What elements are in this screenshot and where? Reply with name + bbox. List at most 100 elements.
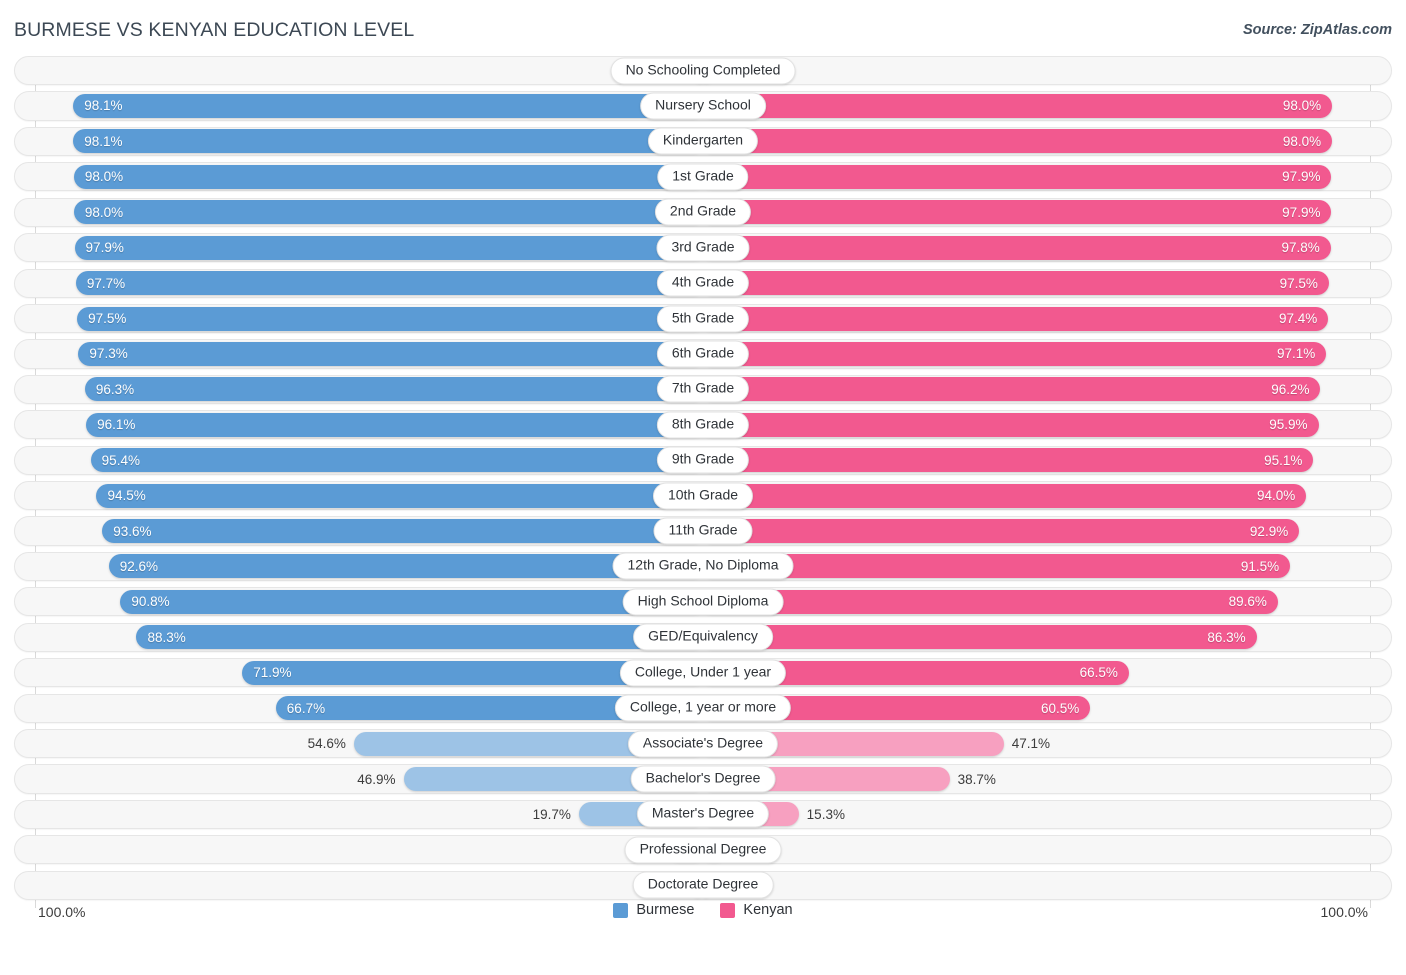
kenyan-bar[interactable]: 86.3% [700,625,1257,650]
category-label: 2nd Grade [654,198,752,226]
burmese-bar[interactable]: 96.3% [84,377,706,402]
burmese-bar[interactable]: 98.1% [73,129,706,154]
burmese-bar[interactable]: 97.3% [78,341,706,366]
burmese-value: 54.6% [307,736,346,752]
bar-row: 93.6% 92.9% 11th Grade [14,516,1392,546]
kenyan-bar[interactable]: 98.0% [700,129,1333,154]
burmese-bar[interactable]: 94.5% [96,483,706,508]
burmese-half: 6.1% [15,836,706,863]
kenyan-bar[interactable]: 95.1% [700,448,1314,473]
kenyan-half: 97.1% [700,340,1391,367]
burmese-half: 97.5% [15,305,706,332]
kenyan-bar[interactable]: 98.0% [700,93,1333,118]
kenyan-half: 47.1% [700,730,1391,757]
bar-row: 1.9%2.0%No Schooling Completed [14,56,1392,86]
bar-row: 71.9% 66.5% College, Under 1 year [14,658,1392,688]
kenyan-bar[interactable]: 97.1% [700,341,1327,366]
burmese-bar[interactable]: 93.6% [102,519,706,544]
kenyan-value: 60.5% [1040,700,1080,716]
kenyan-value: 97.5% [1279,275,1318,291]
burmese-value: 92.6% [119,558,159,574]
category-label: 1st Grade [657,163,749,191]
burmese-bar[interactable]: 97.7% [75,271,706,296]
burmese-value: 97.9% [85,240,124,256]
burmese-half: 88.3% [15,624,706,651]
kenyan-value: 97.9% [1282,169,1321,185]
bar-row: 98.0% 97.9% 1st Grade [14,162,1392,192]
burmese-half: 98.1% [15,128,706,155]
kenyan-half: 15.3% [700,801,1391,828]
burmese-bar[interactable]: 88.3% [136,625,706,650]
burmese-value: 98.0% [84,169,124,185]
category-label: No Schooling Completed [610,57,796,85]
kenyan-half: 4.4% [700,836,1391,863]
burmese-bar[interactable]: 96.1% [86,412,706,437]
burmese-bar[interactable]: 97.5% [77,306,706,331]
burmese-half: 71.9% [15,659,706,686]
burmese-value: 97.5% [88,311,127,327]
burmese-value: 95.4% [101,452,140,468]
burmese-bar[interactable]: 98.0% [73,164,706,189]
burmese-half: 93.6% [15,517,706,544]
kenyan-bar[interactable]: 97.9% [700,200,1332,225]
kenyan-bar[interactable]: 95.9% [700,412,1319,437]
burmese-half: 95.4% [15,447,706,474]
kenyan-bar[interactable]: 97.4% [700,306,1329,331]
burmese-half: 94.5% [15,482,706,509]
kenyan-half: 97.9% [700,163,1391,190]
legend-item[interactable]: Burmese [613,902,694,918]
burmese-bar[interactable]: 90.8% [120,589,706,614]
legend-swatch-icon [720,902,736,918]
burmese-value: 96.1% [97,417,136,433]
kenyan-half: 60.5% [700,695,1391,722]
burmese-half: 66.7% [15,695,706,722]
kenyan-value: 97.1% [1277,346,1316,362]
kenyan-half: 98.0% [700,92,1391,119]
kenyan-value: 94.0% [1257,488,1296,504]
category-label: College, 1 year or more [614,694,792,722]
kenyan-bar[interactable]: 97.5% [700,271,1329,296]
kenyan-half: 1.9% [700,872,1391,899]
bar-row: 97.5% 97.4% 5th Grade [14,303,1392,334]
kenyan-value: 47.1% [1011,736,1051,752]
burmese-half: 96.1% [15,411,706,438]
bar-row: 96.1% 95.9% 8th Grade [14,410,1392,440]
kenyan-half: 97.5% [700,270,1391,297]
source-attribution: Source: ZipAtlas.com [1242,22,1392,38]
kenyan-bar[interactable]: 97.9% [700,164,1332,189]
bar-rows-container: 1.9%2.0%No Schooling Completed98.1%98.0%… [14,56,1392,906]
category-label: 10th Grade [652,482,754,510]
legend-swatch-icon [613,902,629,918]
kenyan-bar[interactable]: 94.0% [700,483,1307,508]
category-label: Master's Degree [636,800,770,828]
burmese-bar[interactable]: 98.1% [73,93,706,118]
kenyan-half: 66.5% [700,659,1391,686]
kenyan-half: 98.0% [700,128,1391,155]
kenyan-value: 38.7% [957,771,996,787]
kenyan-bar[interactable]: 97.8% [700,235,1331,260]
chart-header: BURMESE VS KENYAN EDUCATION LEVEL Source… [0,0,1406,52]
bar-row: 6.1%4.4%Professional Degree [14,835,1392,865]
chart-plot-area: 1.9%2.0%No Schooling Completed98.1%98.0%… [0,56,1406,936]
kenyan-value: 96.2% [1271,381,1310,397]
category-label: 8th Grade [656,411,750,439]
kenyan-value: 91.5% [1240,558,1280,574]
legend-item[interactable]: Kenyan [720,902,793,918]
kenyan-value: 97.9% [1282,204,1321,220]
burmese-half: 54.6% [15,730,706,757]
kenyan-half: 95.1% [700,447,1391,474]
category-label: 6th Grade [656,340,750,368]
bar-row: 98.1% 98.0% Nursery School [14,91,1392,121]
burmese-half: 97.3% [15,340,706,367]
category-label: 12th Grade, No Diploma [612,552,794,580]
burmese-bar[interactable]: 98.0% [73,200,706,225]
kenyan-value: 95.1% [1264,452,1303,468]
burmese-bar[interactable]: 97.9% [74,235,706,260]
burmese-bar[interactable]: 95.4% [90,448,706,473]
kenyan-bar[interactable]: 96.2% [700,377,1321,402]
kenyan-value: 15.3% [806,806,845,822]
bar-row: 19.7% 15.3% Master's Degree [14,799,1392,829]
kenyan-bar[interactable]: 92.9% [700,519,1300,544]
bar-row: 66.7% 60.5% College, 1 year or more [14,693,1392,723]
kenyan-bar[interactable]: 89.6% [700,589,1278,614]
